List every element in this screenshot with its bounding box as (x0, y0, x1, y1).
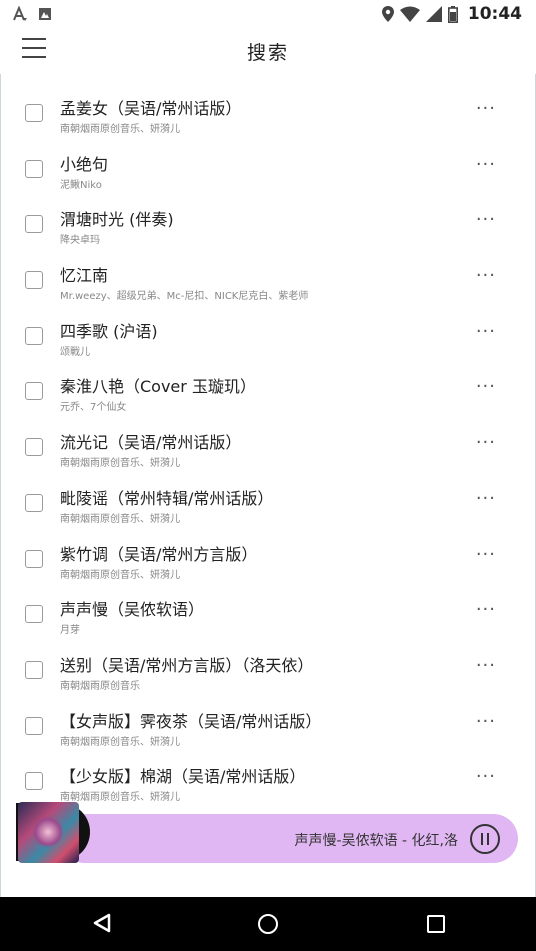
list-item[interactable]: 渭塘时光 (伴奏) 降央卓玛 ··· (0, 195, 536, 251)
list-item[interactable]: 孟姜女（吴语/常州话版） 南朝烟雨原创音乐、妍漪儿 ··· (0, 84, 536, 140)
select-checkbox[interactable] (25, 271, 43, 290)
list-item[interactable]: 四季歌 (沪语) 颂戰儿 ··· (0, 307, 536, 363)
more-options-icon[interactable]: ··· (476, 154, 496, 175)
list-item[interactable]: 忆江南 Mr.weezy、超级兄弟、Mc-尼扣、NICK尼克白、紫老师 ··· (0, 251, 536, 307)
song-title: 紫竹调（吴语/常州方言版） (60, 544, 258, 564)
list-item[interactable]: 【少女版】棉湖（吴语/常州话版） 南朝烟雨原创音乐、妍漪儿 ··· (0, 752, 536, 808)
song-list: 孟姜女（吴语/常州话版） 南朝烟雨原创音乐、妍漪儿 ··· 小绝句泥鳅Niko ···… (0, 84, 536, 808)
list-item[interactable]: 毗陵谣（常州特辑/常州话版） 南朝烟雨原创音乐、妍漪儿 ··· (0, 474, 536, 530)
select-checkbox[interactable] (25, 438, 43, 457)
song-title: 【女声版】霁夜茶（吴语/常州话版） (60, 711, 322, 731)
more-options-icon[interactable]: ··· (476, 599, 496, 620)
select-checkbox[interactable] (25, 493, 43, 512)
album-cover[interactable] (18, 802, 79, 863)
song-artist: 月芽 (60, 625, 80, 637)
more-options-icon[interactable]: ··· (476, 488, 496, 509)
location-icon (381, 6, 394, 22)
wifi-icon (399, 6, 420, 22)
back-icon[interactable] (92, 913, 112, 933)
list-item[interactable]: 声声慢（吴侬软语） 月芽 ··· (0, 585, 536, 641)
song-artist: 南朝烟雨原创音乐、妍漪儿 (60, 792, 180, 804)
more-options-icon[interactable]: ··· (476, 98, 496, 119)
song-artist: 南朝烟雨原创音乐、妍漪儿 (60, 458, 180, 470)
more-options-icon[interactable]: ··· (476, 209, 496, 230)
select-checkbox[interactable] (25, 104, 43, 122)
song-title: 小绝句 (60, 154, 109, 174)
recent-apps-icon[interactable] (427, 915, 445, 933)
select-checkbox[interactable] (25, 605, 43, 624)
song-title: 【少女版】棉湖（吴语/常州话版） (60, 767, 306, 787)
select-checkbox[interactable] (25, 716, 43, 735)
pause-icon[interactable] (470, 824, 500, 854)
song-title: 送别（吴语/常州方言版）（洛天依） (60, 655, 314, 675)
select-checkbox[interactable] (25, 772, 43, 791)
more-options-icon[interactable]: ··· (476, 432, 496, 453)
song-title: 渭塘时光 (伴奏) (60, 210, 174, 230)
song-artist: 南朝烟雨原创音乐、妍漪儿 (60, 569, 180, 581)
more-options-icon[interactable]: ··· (476, 655, 496, 676)
clock-time: 10:44 (467, 4, 522, 24)
song-title: 秦淮八艳（Cover 玉璇玑） (60, 377, 256, 397)
list-item[interactable]: 【女声版】霁夜茶（吴语/常州话版） 南朝烟雨原创音乐、妍漪儿 ··· (0, 697, 536, 753)
select-checkbox[interactable] (25, 382, 43, 401)
song-artist: 南朝烟雨原创音乐 (60, 680, 140, 692)
image-notification-icon (39, 8, 51, 20)
song-title: 忆江南 (60, 266, 109, 286)
song-artist: 南朝烟雨原创音乐、妍漪儿 (60, 124, 180, 135)
song-title: 四季歌 (沪语) (60, 321, 158, 341)
select-checkbox[interactable] (25, 660, 43, 679)
list-item[interactable]: 送别（吴语/常州方言版）（洛天依） 南朝烟雨原创音乐 ··· (0, 641, 536, 697)
song-artist: 南朝烟雨原创音乐、妍漪儿 (60, 736, 180, 748)
song-title: 孟姜女（吴语/常州话版） (60, 99, 242, 118)
system-nav-bar (0, 897, 536, 951)
status-bar: 10:44 (0, 0, 536, 28)
list-item[interactable]: 小绝句泥鳅Niko ··· (0, 140, 536, 196)
more-options-icon[interactable]: ··· (476, 766, 496, 787)
list-item[interactable]: 流光记（吴语/常州话版） 南朝烟雨原创音乐、妍漪儿 ··· (0, 418, 536, 474)
select-checkbox[interactable] (25, 159, 43, 178)
song-title: 流光记（吴语/常州话版） (60, 433, 242, 453)
more-options-icon[interactable]: ··· (476, 321, 496, 342)
list-item[interactable]: 紫竹调（吴语/常州方言版） 南朝烟雨原创音乐、妍漪儿 ··· (0, 530, 536, 586)
more-options-icon[interactable]: ··· (476, 376, 496, 397)
select-checkbox[interactable] (25, 326, 43, 345)
song-artist: 颂戰儿 (60, 346, 90, 358)
select-checkbox[interactable] (25, 215, 43, 234)
select-checkbox[interactable] (25, 549, 43, 568)
song-artist: 泥鳅Niko (60, 179, 102, 191)
signal-icon (425, 6, 442, 22)
song-title: 毗陵谣（常州特辑/常州话版） (60, 488, 274, 508)
app-bar: 搜索 (0, 28, 536, 74)
more-options-icon[interactable]: ··· (476, 711, 496, 732)
page-title: 搜索 (246, 42, 289, 64)
home-icon[interactable] (258, 914, 278, 934)
song-artist: 南朝烟雨原创音乐、妍漪儿 (60, 513, 180, 525)
song-artist: Mr.weezy、超级兄弟、Mc-尼扣、NICK尼克白、紫老师 (60, 291, 309, 303)
more-options-icon[interactable]: ··· (476, 544, 496, 565)
battery-icon (447, 5, 458, 23)
more-options-icon[interactable]: ··· (476, 265, 496, 286)
list-item[interactable]: 秦淮八艳（Cover 玉璇玑） 元乔、7个仙女 ··· (0, 362, 536, 418)
song-artist: 元乔、7个仙女 (60, 402, 127, 414)
app-notification-icon (13, 6, 27, 21)
now-playing-title[interactable]: 声声慢-吴侬软语 - 化红,洛 (295, 830, 458, 850)
song-title: 声声慢（吴侬软语） (60, 600, 205, 620)
song-artist: 降央卓玛 (60, 235, 100, 247)
